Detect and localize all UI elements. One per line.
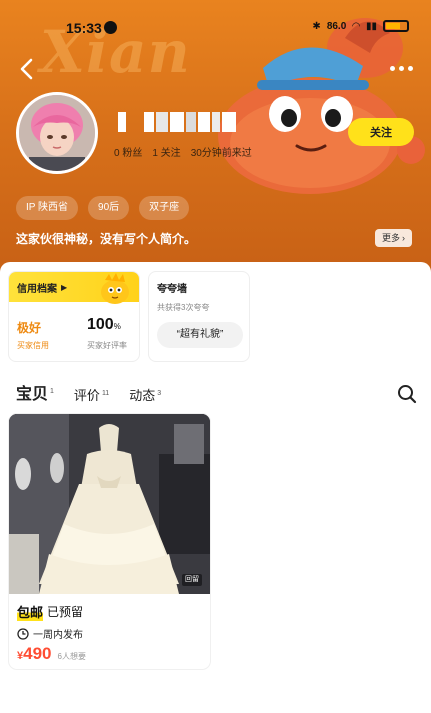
praise-wall-subtitle: 共获得3次夸夸 — [157, 303, 210, 312]
reserved-badge: 回留 — [182, 574, 202, 586]
tab-items-count: 1 — [50, 387, 54, 395]
signal-icon: ▮▮ — [365, 20, 377, 32]
dress-photo-image — [9, 414, 210, 594]
posted-time-label: 一周内发布 — [33, 630, 83, 641]
follow-button[interactable]: 关注 — [348, 118, 414, 146]
fish-mascot-icon — [101, 273, 129, 304]
profile-tabs: 宝贝 1 评价 11 动态 3 — [16, 380, 161, 404]
positive-rate-unit: % — [113, 322, 121, 331]
free-shipping-label: 包邮 — [17, 602, 44, 621]
positive-rate: 100% — [87, 316, 121, 334]
more-info-button[interactable]: 更多 › — [375, 229, 413, 247]
username-redacted — [118, 112, 236, 132]
price-value: 490 — [23, 644, 52, 663]
praise-wall-card[interactable]: 夸夸墙 共获得3次夸夸 “超有礼貌” — [148, 271, 250, 362]
following-count[interactable]: 1 关注 — [152, 144, 180, 159]
credit-card-title: 信用档案 — [17, 283, 57, 295]
wants-count: 6人想要 — [57, 652, 86, 661]
status-time: 15:33 — [66, 20, 102, 36]
tab-reviews[interactable]: 评价 11 — [74, 385, 109, 404]
followers-count[interactable]: 0 粉丝 — [114, 144, 142, 159]
tab-items[interactable]: 宝贝 1 — [16, 380, 54, 404]
notification-dot-icon — [104, 21, 117, 34]
credit-level-caption: 买家信用 — [17, 341, 49, 350]
tag-location: IP 陕西省 — [16, 196, 79, 220]
battery-icon — [383, 20, 409, 32]
back-arrow-icon[interactable] — [14, 56, 40, 82]
reserved-status: 已预留 — [47, 605, 84, 619]
avatar[interactable] — [16, 92, 98, 174]
tag-zodiac: 双子座 — [139, 196, 190, 220]
tab-reviews-count: 11 — [101, 389, 110, 397]
play-triangle-icon: ▶ — [61, 282, 68, 292]
more-options-icon[interactable] — [390, 66, 413, 71]
avatar-image — [19, 95, 95, 171]
search-icon[interactable] — [397, 384, 417, 404]
praise-pill: “超有礼貌” — [157, 322, 243, 348]
positive-rate-caption: 买家好评率 — [87, 341, 127, 350]
tab-activity[interactable]: 动态 3 — [129, 385, 161, 404]
listing-price: ¥490 6人想要 — [17, 644, 86, 664]
listing-photo[interactable]: 回留 — [9, 414, 210, 594]
status-icons: ✱ 86.0 ◠ ▮▮ — [312, 20, 409, 32]
listing-card[interactable]: 回留 包邮 已预留 一周内发布 ¥490 6人想要 — [9, 414, 210, 669]
more-info-label: 更多 — [382, 233, 401, 243]
credit-profile-card[interactable]: 信用档案 ▶ 极好 买家信用 100% 买家好评率 — [8, 271, 140, 362]
positive-rate-value: 100 — [87, 316, 114, 333]
last-active: 30分钟前来过 — [190, 148, 252, 159]
tag-age: 90后 — [88, 196, 130, 220]
tab-activity-label: 动态 — [129, 388, 156, 403]
wifi-icon: ◠ — [352, 20, 360, 32]
network-speed: 86.0 — [326, 20, 347, 32]
credit-level: 极好 — [17, 321, 42, 335]
profile-stats: 0 粉丝 1 关注 30分钟前来过 — [114, 144, 252, 159]
status-bar: 15:33 ✱ 86.0 ◠ ▮▮ — [0, 0, 431, 48]
chevron-right-icon: › — [402, 233, 406, 243]
praise-wall-title: 夸夸墙 — [157, 284, 187, 295]
profile-bio: 这家伙很神秘，没有写个人简介。 — [16, 232, 197, 246]
bluetooth-icon: ✱ — [312, 20, 321, 32]
profile-tags: IP 陕西省 90后 双子座 — [16, 196, 190, 220]
tab-items-label: 宝贝 — [16, 386, 49, 403]
listing-title: 包邮 已预留 — [17, 602, 83, 621]
clock-icon — [17, 627, 29, 640]
tab-activity-count: 3 — [157, 389, 162, 397]
posted-time: 一周内发布 — [17, 626, 83, 641]
tab-reviews-label: 评价 — [73, 388, 100, 403]
